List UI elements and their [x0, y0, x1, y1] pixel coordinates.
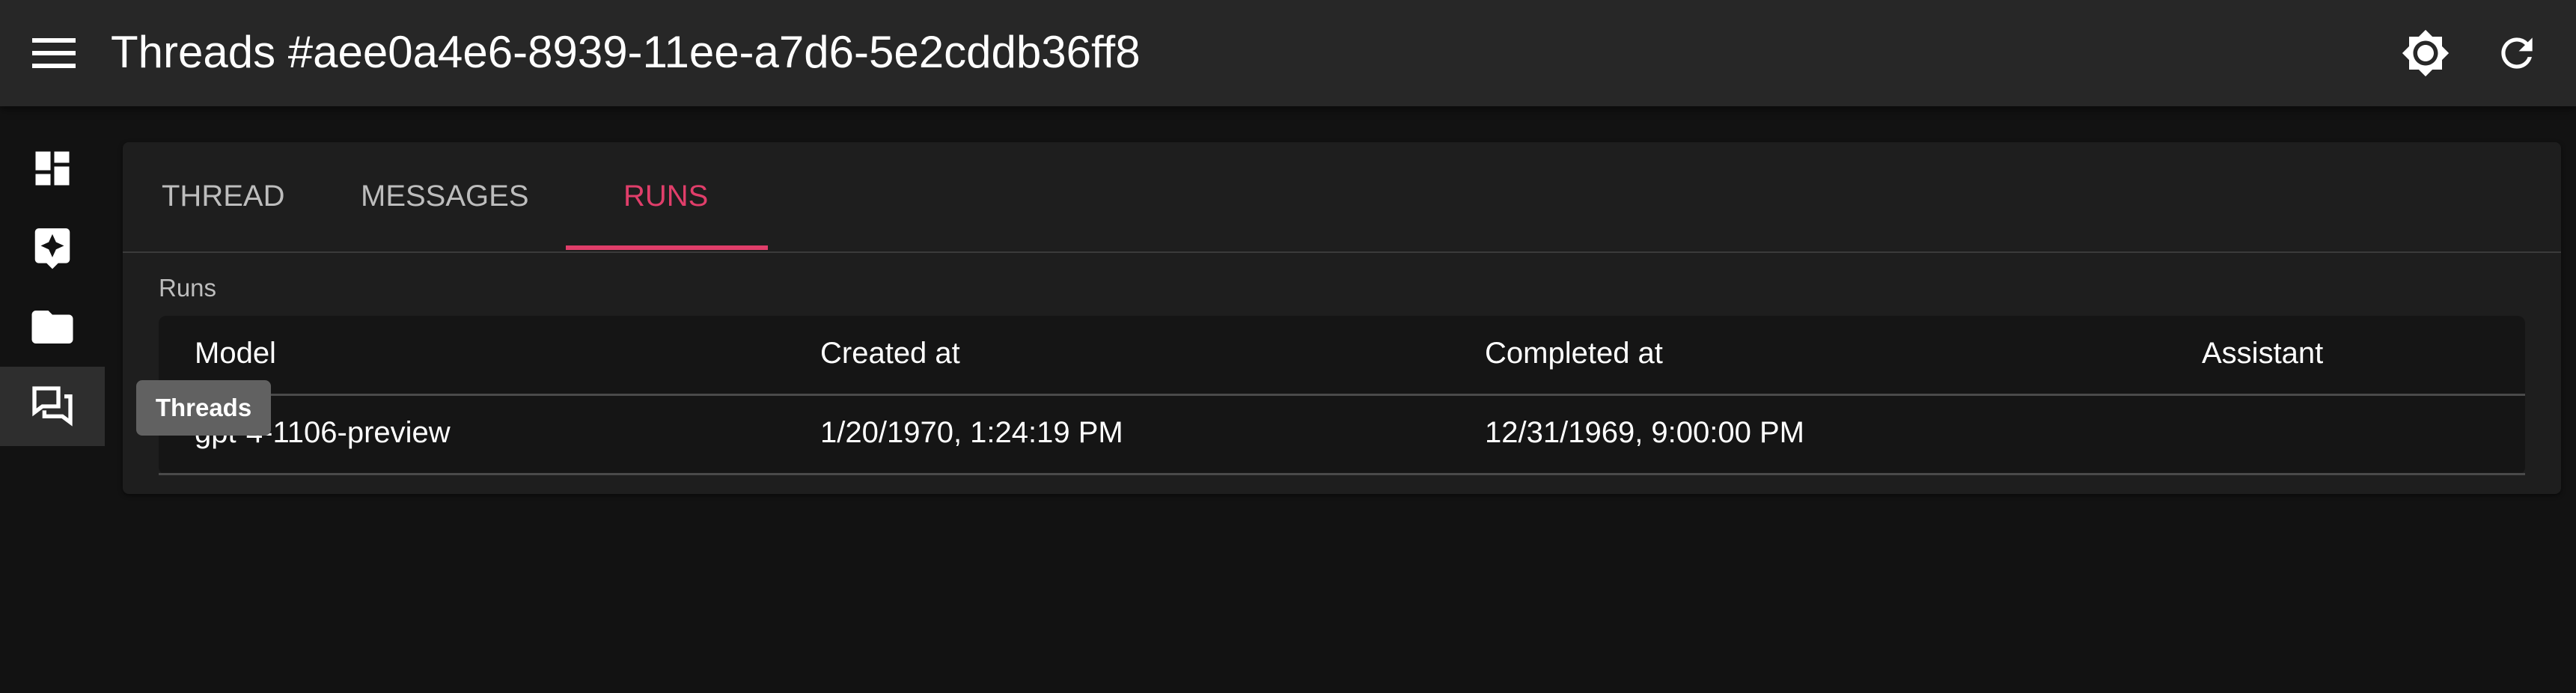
column-header-completed-at[interactable]: Completed at: [1485, 337, 1663, 370]
dashboard-icon: [30, 146, 75, 191]
sidebar-item-files[interactable]: [0, 287, 105, 367]
table-header: Model Created at Completed at Assistant: [159, 316, 2525, 396]
sidebar: [0, 106, 105, 693]
tab-runs[interactable]: RUNS: [623, 172, 708, 220]
sidebar-item-threads[interactable]: [0, 367, 105, 446]
sidebar-item-assistants[interactable]: [0, 208, 105, 287]
column-header-model[interactable]: Model: [195, 337, 276, 370]
column-header-assistant[interactable]: Assistant: [2202, 337, 2323, 370]
folder-icon: [28, 302, 77, 352]
hamburger-menu-icon: [32, 37, 76, 70]
active-tab-indicator: [566, 245, 768, 250]
page-title: Threads #aee0a4e6-8939-11ee-a7d6-5e2cddb…: [111, 27, 1141, 77]
thread-details-panel: THREAD MESSAGES RUNS Runs Model Created …: [123, 142, 2561, 494]
tooltip: Threads: [136, 380, 271, 436]
assistant-icon: [29, 225, 76, 271]
tab-messages[interactable]: MESSAGES: [361, 172, 529, 220]
cell-created-at: 1/20/1970, 1:24:19 PM: [820, 416, 1123, 449]
theme-toggle-button[interactable]: [2399, 28, 2452, 78]
menu-button[interactable]: [31, 33, 76, 73]
runs-table: Model Created at Completed at Assistant …: [159, 316, 2525, 475]
tab-thread[interactable]: THREAD: [162, 172, 284, 220]
column-header-created-at[interactable]: Created at: [820, 337, 960, 370]
section-label: Runs: [159, 274, 217, 302]
forum-icon: [28, 382, 76, 430]
app-bar: Threads #aee0a4e6-8939-11ee-a7d6-5e2cddb…: [0, 0, 2576, 106]
table-row[interactable]: gpt-4-1106-preview 1/20/1970, 1:24:19 PM…: [159, 395, 2525, 475]
tab-bar: THREAD MESSAGES RUNS: [123, 142, 2561, 253]
brightness-icon: [2401, 28, 2450, 78]
refresh-button[interactable]: [2492, 28, 2542, 78]
cell-completed-at: 12/31/1969, 9:00:00 PM: [1485, 416, 1804, 449]
sidebar-item-dashboard[interactable]: [0, 129, 105, 208]
refresh-icon: [2494, 30, 2540, 76]
